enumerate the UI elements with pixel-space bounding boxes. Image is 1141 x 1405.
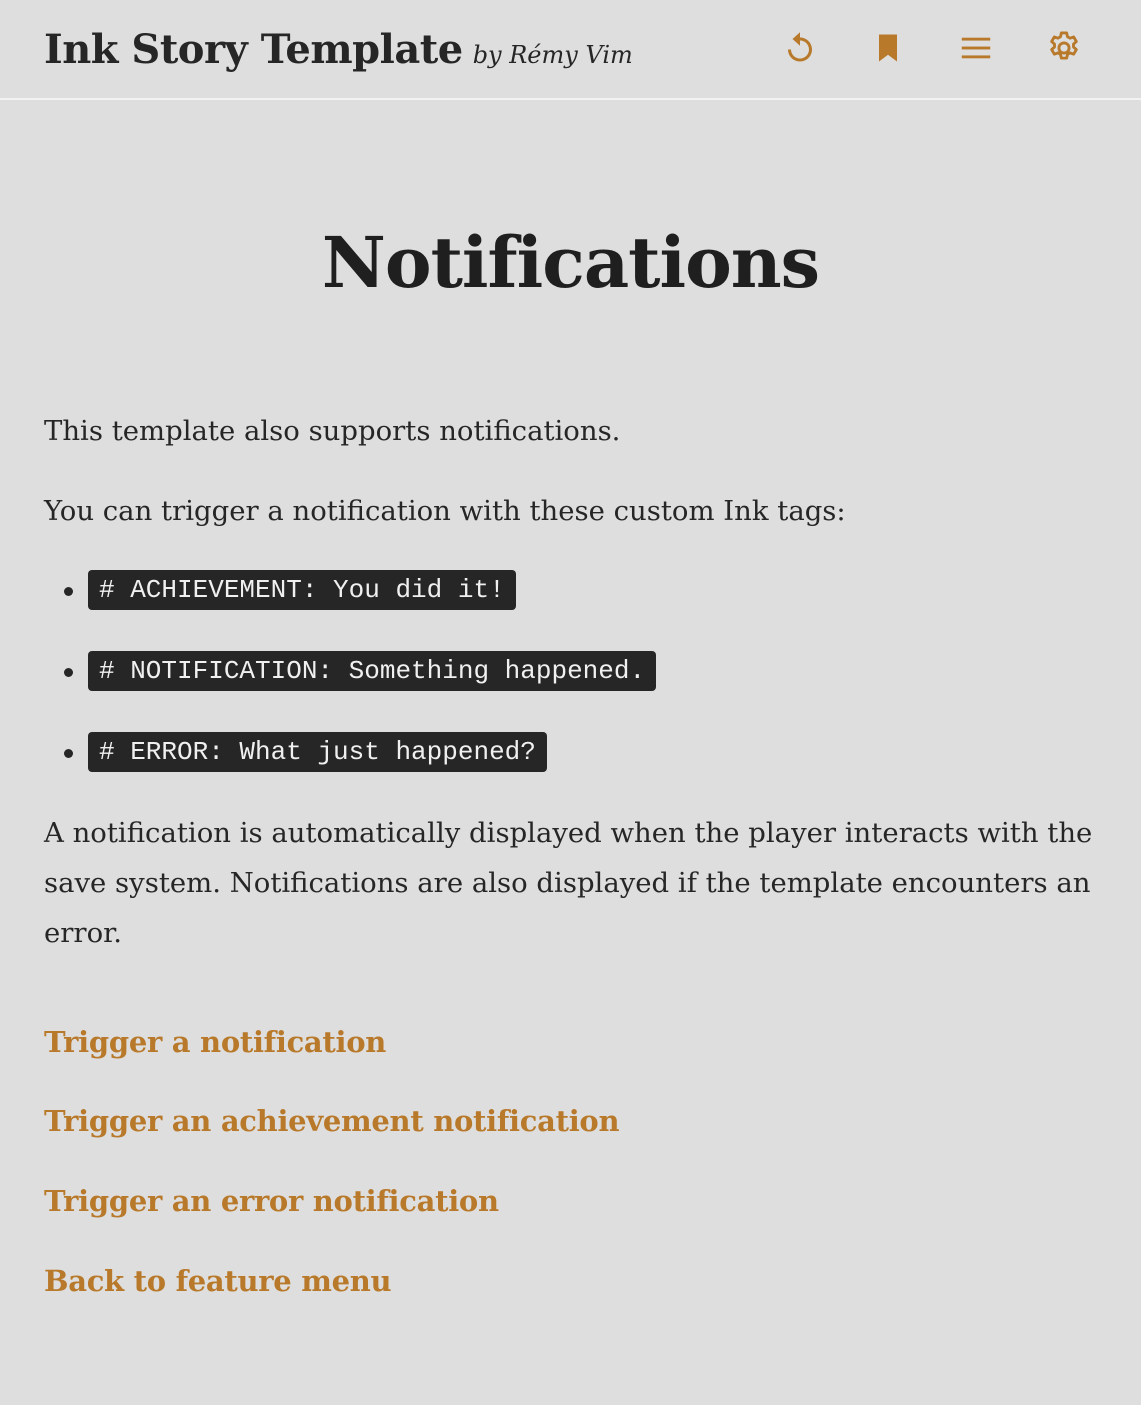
menu-icon xyxy=(957,29,995,67)
code-error-tag: # ERROR: What just happened? xyxy=(88,732,547,772)
list-item: # ACHIEVEMENT: You did it! xyxy=(44,570,656,651)
list-item: # NOTIFICATION: Something happened. xyxy=(44,651,657,732)
settings-button[interactable] xyxy=(1042,26,1086,70)
tags-intro-text: You can trigger a notification with thes… xyxy=(44,495,846,527)
explanation-text: A notification is automatically displaye… xyxy=(44,817,1093,949)
code-achievement-tag: # ACHIEVEMENT: You did it! xyxy=(88,570,516,610)
settings-icon xyxy=(1045,29,1083,67)
bullet-icon xyxy=(64,749,73,758)
tag-list: # ACHIEVEMENT: You did it! # NOTIFICATIO… xyxy=(44,570,657,813)
choice-trigger-error[interactable]: Trigger an error notification xyxy=(44,1179,499,1223)
menu-button[interactable] xyxy=(954,26,998,70)
restart-icon xyxy=(782,30,818,66)
app-title: Ink Story Template by Rémy Vim xyxy=(44,24,633,81)
restart-button[interactable] xyxy=(778,26,822,70)
bullet-icon xyxy=(64,668,73,677)
choice-trigger-notification[interactable]: Trigger a notification xyxy=(44,1020,386,1064)
bookmark-icon xyxy=(870,30,906,66)
list-item: # ERROR: What just happened? xyxy=(44,732,656,813)
choice-trigger-achievement[interactable]: Trigger an achievement notification xyxy=(44,1099,620,1143)
intro-text: This template also supports notification… xyxy=(44,415,621,447)
code-notification-tag: # NOTIFICATION: Something happened. xyxy=(88,651,657,691)
app-header: Ink Story Template by Rémy Vim xyxy=(0,0,1141,100)
page-title: Notifications xyxy=(321,221,820,304)
app-title-text: Ink Story Template xyxy=(44,26,463,73)
choice-back-to-menu[interactable]: Back to feature menu xyxy=(44,1259,392,1303)
bullet-icon xyxy=(64,587,73,596)
bookmark-button[interactable] xyxy=(866,26,910,70)
app-byline: by Rémy Vim xyxy=(472,41,633,69)
